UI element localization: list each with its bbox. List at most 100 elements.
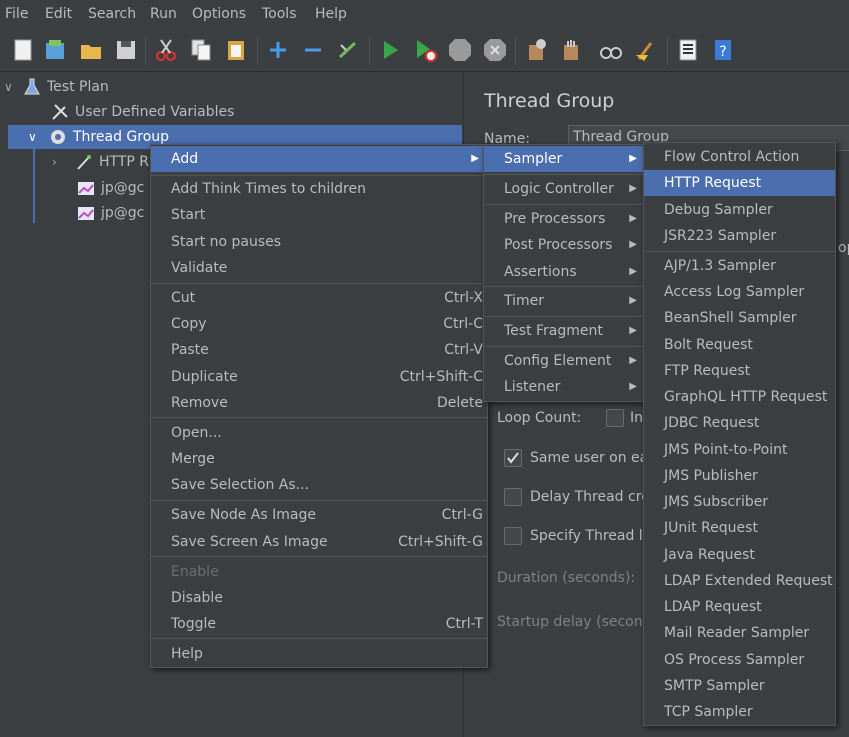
menu-item-enable: Enable (171, 564, 219, 580)
submenu-item-assertions[interactable]: Assertions ▶ (484, 259, 645, 285)
menu-item-merge[interactable]: Merge (151, 446, 487, 472)
sampler-item-http-request[interactable]: HTTP Request (644, 170, 835, 196)
sampler-item[interactable]: Java Request (644, 542, 835, 568)
sampler-item[interactable]: TCP Sampler (644, 699, 835, 725)
specify-thread-lifetime-checkbox[interactable] (504, 527, 522, 545)
sampler-item[interactable]: FTP Request (644, 358, 835, 384)
submenu-item-listener[interactable]: Listener ▶ (484, 374, 645, 400)
arrow-right-icon: ▶ (629, 183, 637, 194)
tree-node-test-plan[interactable]: ∨ Test Plan (4, 75, 109, 99)
menu-item-paste[interactable]: Paste Ctrl-V (151, 337, 487, 363)
svg-text:?: ? (719, 44, 726, 60)
collapse-icon[interactable] (300, 37, 326, 63)
copy-icon[interactable] (188, 37, 214, 63)
sampler-item[interactable]: JDBC Request (644, 410, 835, 436)
arrow-right-icon: ▶ (629, 381, 637, 392)
sampler-item[interactable]: Bolt Request (644, 332, 835, 358)
expand-icon[interactable] (265, 37, 291, 63)
toggle-icon[interactable] (335, 37, 361, 63)
reset-search-icon[interactable] (633, 37, 659, 63)
paste-icon[interactable] (223, 37, 249, 63)
menu-item-save-selection[interactable]: Save Selection As... (151, 472, 487, 498)
save-icon[interactable] (113, 37, 139, 63)
sampler-item[interactable]: Access Log Sampler (644, 279, 835, 305)
menu-help[interactable]: Help (315, 6, 347, 22)
sampler-item[interactable]: Debug Sampler (644, 197, 835, 223)
shutdown-icon[interactable] (482, 37, 508, 63)
menu-item-toggle[interactable]: Toggle Ctrl-T (151, 611, 487, 637)
menu-item-duplicate[interactable]: Duplicate Ctrl+Shift-C (151, 364, 487, 390)
add-submenu: Sampler ▶ Logic Controller ▶ Pre Processor… (483, 144, 646, 402)
menu-item-cut[interactable]: Cut Ctrl-X (151, 285, 487, 311)
start-icon[interactable] (377, 37, 403, 63)
menu-options[interactable]: Options (192, 6, 246, 22)
search-icon[interactable] (598, 37, 624, 63)
start-no-pauses-icon[interactable] (412, 37, 438, 63)
sampler-item[interactable]: JMS Publisher (644, 463, 835, 489)
submenu-item-sampler[interactable]: Sampler ▶ (484, 146, 645, 172)
tree-node-http-request[interactable]: › HTTP R (52, 150, 149, 174)
menu-tools[interactable]: Tools (262, 6, 297, 22)
sampler-item[interactable]: BeanShell Sampler (644, 305, 835, 331)
cut-icon[interactable] (153, 37, 179, 63)
menu-run[interactable]: Run (150, 6, 177, 22)
panel-text-fragment: op (838, 240, 849, 256)
same-user-checkbox[interactable] (504, 449, 522, 467)
function-helper-icon[interactable] (675, 37, 701, 63)
infinite-checkbox[interactable] (606, 409, 624, 427)
arrow-right-icon: ▶ (629, 295, 637, 306)
sampler-item[interactable]: LDAP Extended Request (644, 568, 835, 594)
chevron-right-icon[interactable]: › (52, 150, 74, 174)
menu-item-save-screen-image[interactable]: Save Screen As Image Ctrl+Shift-G (151, 529, 487, 555)
delay-thread-checkbox[interactable] (504, 488, 522, 506)
chevron-down-icon[interactable]: ∨ (28, 125, 48, 149)
menu-item-disable[interactable]: Disable (151, 585, 487, 611)
clear-all-icon[interactable] (558, 37, 584, 63)
arrow-right-icon: ▶ (471, 153, 479, 164)
sampler-item[interactable]: JSR223 Sampler (644, 223, 835, 249)
tree-node-jp-gc-2[interactable]: jp@gc (76, 201, 144, 225)
templates-icon[interactable] (42, 37, 68, 63)
sampler-item[interactable]: JMS Subscriber (644, 489, 835, 515)
sampler-item[interactable]: Flow Control Action (644, 144, 835, 170)
submenu-item-post-processors[interactable]: Post Processors ▶ (484, 232, 645, 258)
help-icon[interactable]: ? (710, 37, 736, 63)
tree-label-jp-gc-2: jp@gc (101, 205, 145, 221)
menu-edit[interactable]: Edit (45, 6, 72, 22)
menu-item-help[interactable]: Help (151, 641, 487, 667)
submenu-item-config-element[interactable]: Config Element ▶ (484, 348, 645, 374)
sampler-item[interactable]: OS Process Sampler (644, 647, 835, 673)
open-icon[interactable] (78, 37, 104, 63)
chevron-down-icon[interactable]: ∨ (4, 75, 22, 99)
sampler-item[interactable]: LDAP Request (644, 594, 835, 620)
menu-file[interactable]: File (5, 6, 28, 22)
menu-item-open[interactable]: Open... (151, 420, 487, 446)
tree-node-user-defined-variables[interactable]: User Defined Variables (50, 100, 234, 124)
menu-item-add[interactable]: Add ▶ (151, 146, 487, 172)
sampler-item[interactable]: JUnit Request (644, 515, 835, 541)
menu-item-add-think-times[interactable]: Add Think Times to children (151, 176, 487, 202)
new-icon[interactable] (10, 37, 36, 63)
menu-item-start[interactable]: Start (151, 202, 487, 228)
sampler-item[interactable]: GraphQL HTTP Request (644, 384, 835, 410)
sampler-item[interactable]: JMS Point-to-Point (644, 437, 835, 463)
same-user-label: Same user on eac (530, 450, 656, 466)
tree-node-jp-gc-1[interactable]: jp@gc (76, 176, 144, 200)
menu-item-validate[interactable]: Validate (151, 255, 487, 281)
specify-thread-lifetime-label: Specify Thread li (530, 528, 647, 544)
clear-icon[interactable] (523, 37, 549, 63)
stop-icon[interactable] (447, 37, 473, 63)
menu-item-copy[interactable]: Copy Ctrl-C (151, 311, 487, 337)
submenu-item-timer[interactable]: Timer ▶ (484, 288, 645, 314)
submenu-item-logic-controller[interactable]: Logic Controller ▶ (484, 176, 645, 202)
menu-item-start-no-pauses[interactable]: Start no pauses (151, 229, 487, 255)
submenu-item-pre-processors[interactable]: Pre Processors ▶ (484, 206, 645, 232)
submenu-item-test-fragment[interactable]: Test Fragment ▶ (484, 318, 645, 344)
menu-item-remove[interactable]: Remove Delete (151, 390, 487, 416)
sampler-item[interactable]: Mail Reader Sampler (644, 620, 835, 646)
sampler-item[interactable]: SMTP Sampler (644, 673, 835, 699)
menu-item-save-node-image[interactable]: Save Node As Image Ctrl-G (151, 502, 487, 528)
panel-title: Thread Group (484, 90, 615, 112)
menu-search[interactable]: Search (88, 6, 136, 22)
sampler-item[interactable]: AJP/1.3 Sampler (644, 253, 835, 279)
